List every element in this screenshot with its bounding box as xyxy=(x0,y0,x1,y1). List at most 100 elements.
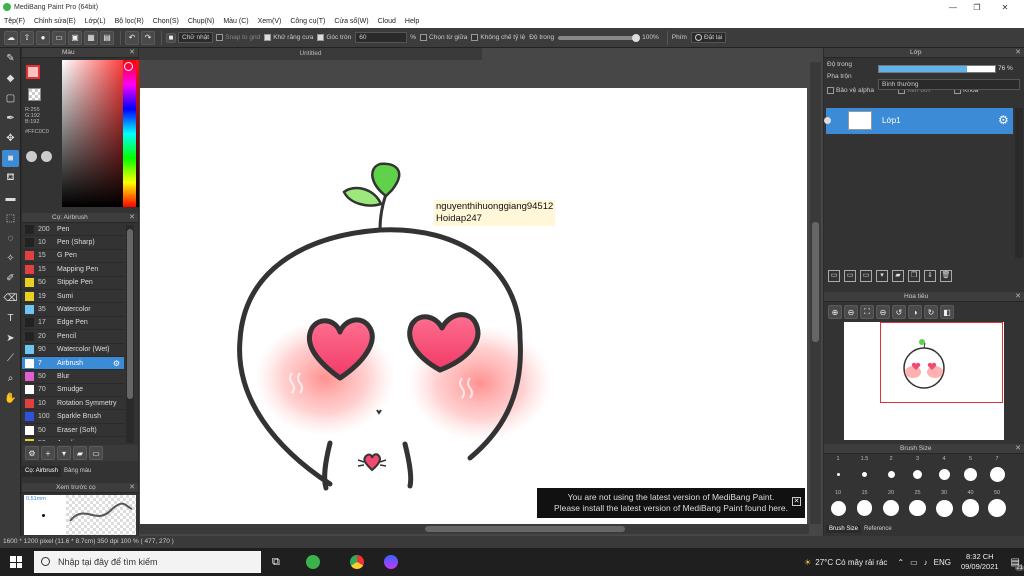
brush-size-option[interactable] xyxy=(935,499,953,517)
clock[interactable]: 8:32 CH 09/09/2021 xyxy=(961,552,999,572)
brush-item[interactable]: 100 Sparkle Brush xyxy=(22,410,124,424)
language-indicator[interactable]: ENG xyxy=(934,558,951,567)
redo-icon[interactable]: ↷ xyxy=(141,30,155,45)
panel-close-icon[interactable]: ✕ xyxy=(129,48,135,58)
layer-scrollbar[interactable] xyxy=(1015,108,1023,258)
panel-close-icon[interactable]: ✕ xyxy=(1015,292,1021,302)
maximize-button[interactable]: ❐ xyxy=(964,0,990,15)
messenger-taskbar-icon[interactable] xyxy=(384,555,398,569)
tray-expand-icon[interactable]: ⌃ xyxy=(897,558,904,567)
brush-size-option[interactable] xyxy=(913,469,922,479)
opacity-slider[interactable] xyxy=(558,33,641,42)
vertical-scroll-thumb[interactable] xyxy=(812,222,819,342)
brush-size-option[interactable] xyxy=(830,500,846,516)
pen-tool-icon[interactable]: ✒ xyxy=(2,110,19,127)
eyedrop-color-icon[interactable] xyxy=(41,151,52,162)
rotate-right-icon[interactable]: ↻ xyxy=(924,305,938,319)
center-checkbox[interactable] xyxy=(420,34,428,41)
grid-icon[interactable]: ▦ xyxy=(84,30,98,45)
select-rect-tool-icon[interactable]: ■ xyxy=(2,150,19,167)
zoom-in-icon[interactable]: ⊕ xyxy=(828,305,842,319)
hand-tool-icon[interactable]: ✋ xyxy=(2,390,19,407)
brush-folder-icon[interactable]: ▰ xyxy=(73,446,87,460)
notification-icon[interactable]: ▤ 21 xyxy=(1011,557,1024,571)
cloud-icon[interactable]: ☁ xyxy=(4,30,18,45)
layer-folder-icon[interactable]: ▰ xyxy=(892,270,904,282)
brush-item[interactable]: 200 Pen xyxy=(22,223,124,237)
new-layer-8bit-icon[interactable]: ▭ xyxy=(844,270,856,282)
close-button[interactable]: ✕ xyxy=(992,0,1018,15)
panel-close-icon[interactable]: ✕ xyxy=(129,213,135,223)
windows-start-icon[interactable] xyxy=(10,556,22,568)
brush-item[interactable]: 17 Edge Pen xyxy=(22,317,124,331)
brush-size-option[interactable] xyxy=(836,472,840,476)
corner-checkbox[interactable] xyxy=(317,34,325,41)
menu-window[interactable]: Cửa sổ(W) xyxy=(334,18,368,25)
chrome-taskbar-icon[interactable] xyxy=(350,555,364,569)
select-eraser-icon[interactable]: ⌫ xyxy=(2,290,19,307)
brush-size-option[interactable] xyxy=(887,470,895,478)
magic-wand-icon[interactable]: ✧ xyxy=(2,250,19,267)
zoom-reset-icon[interactable]: ⊖ xyxy=(876,305,890,319)
gradient-tool-icon[interactable]: ▬ xyxy=(2,190,19,207)
brush-item[interactable]: 10 Pen (Sharp) xyxy=(22,236,124,250)
brush-item[interactable]: 50 Eraser (Soft) xyxy=(22,424,124,438)
canvas-horizontal-scrollbar[interactable] xyxy=(139,524,809,534)
menu-color[interactable]: Màu (C) xyxy=(223,18,248,25)
panel-close-icon[interactable]: ✕ xyxy=(1015,444,1021,454)
brush-item[interactable]: 90 Watercolor (Wet) xyxy=(22,344,124,357)
menu-edit[interactable]: Chỉnh sửa(E) xyxy=(34,18,76,25)
brush-settings-icon[interactable]: ⚙ xyxy=(25,446,39,460)
brush-item[interactable]: 35 Watercolor xyxy=(22,303,124,317)
ellipse-select-icon[interactable]: ◌ xyxy=(2,230,19,247)
volume-icon[interactable]: ♪ xyxy=(924,558,928,567)
minimize-button[interactable]: — xyxy=(940,0,966,15)
transparent-swatch[interactable] xyxy=(28,88,41,101)
corner-value[interactable]: 60 xyxy=(355,32,408,43)
brush-scroll-thumb[interactable] xyxy=(127,229,133,399)
flip-icon[interactable]: ◑ xyxy=(908,305,922,319)
brush-item[interactable]: 50 Blur xyxy=(22,370,124,384)
brush-tool-icon[interactable]: ✎ xyxy=(2,50,19,67)
hue-handle[interactable] xyxy=(124,62,133,71)
brush-size-option[interactable] xyxy=(909,499,926,517)
update-notice[interactable]: You are not using the latest version of … xyxy=(537,488,805,518)
brush-item[interactable]: 7 Airbrush ⚙ xyxy=(22,356,124,371)
delete-layer-icon[interactable]: 🗑 xyxy=(940,270,952,282)
menu-help[interactable]: Help xyxy=(405,18,419,25)
select-pen-icon[interactable]: ✐ xyxy=(2,270,19,287)
protect-alpha-checkbox[interactable] xyxy=(827,86,834,94)
brush-item[interactable]: 15 Mapping Pen xyxy=(22,263,124,277)
chat-icon[interactable]: ● xyxy=(36,30,50,45)
medibang-taskbar-icon[interactable] xyxy=(306,555,320,569)
brush-size-option[interactable] xyxy=(862,471,867,477)
move-tool-icon[interactable]: ✥ xyxy=(2,130,19,147)
weather-text[interactable]: 27°C Có mây rải rác xyxy=(815,558,887,567)
snap-checkbox[interactable] xyxy=(216,34,224,41)
menu-cloud[interactable]: Cloud xyxy=(378,18,396,25)
bucket-tool-icon[interactable]: ⛾ xyxy=(2,170,19,187)
opacity-slider-handle[interactable] xyxy=(632,33,641,42)
panel-close-icon[interactable]: ✕ xyxy=(129,483,135,493)
eyedropper-icon[interactable]: ⌕ xyxy=(2,370,19,387)
eraser-tool-icon[interactable]: ◆ xyxy=(2,70,19,87)
new-layer-1bit-icon[interactable]: ▭ xyxy=(860,270,872,282)
brush-size-option[interactable] xyxy=(883,500,899,516)
brush-item[interactable]: 15 G Pen xyxy=(22,250,124,264)
canvas-paper[interactable]: nguyenthihuonggiang94512 Hoidap247 xyxy=(140,88,807,525)
fit-icon[interactable]: ⛶ xyxy=(860,305,874,319)
reset-view-icon[interactable]: ◧ xyxy=(940,305,954,319)
new-layer-icon[interactable]: ▭ xyxy=(828,270,840,282)
tab-reference[interactable]: Reference xyxy=(861,525,895,533)
palette-icon[interactable] xyxy=(26,151,37,162)
layer-opacity-slider[interactable] xyxy=(878,65,996,73)
blend-select[interactable]: Bình thường xyxy=(878,79,1020,90)
task-view-icon[interactable]: ⧉ xyxy=(272,556,280,569)
menu-layer[interactable]: Lớp(L) xyxy=(85,18,106,25)
brush-item[interactable]: 20 Pencil xyxy=(22,330,124,344)
brush-item[interactable]: 50Acrylic xyxy=(22,437,124,441)
lasso-tool-icon[interactable]: ⬚ xyxy=(2,210,19,227)
menu-view[interactable]: Xem(V) xyxy=(258,18,282,25)
divide-tool-icon[interactable]: ⟋ xyxy=(2,350,19,367)
brush-size-option[interactable] xyxy=(856,500,873,516)
